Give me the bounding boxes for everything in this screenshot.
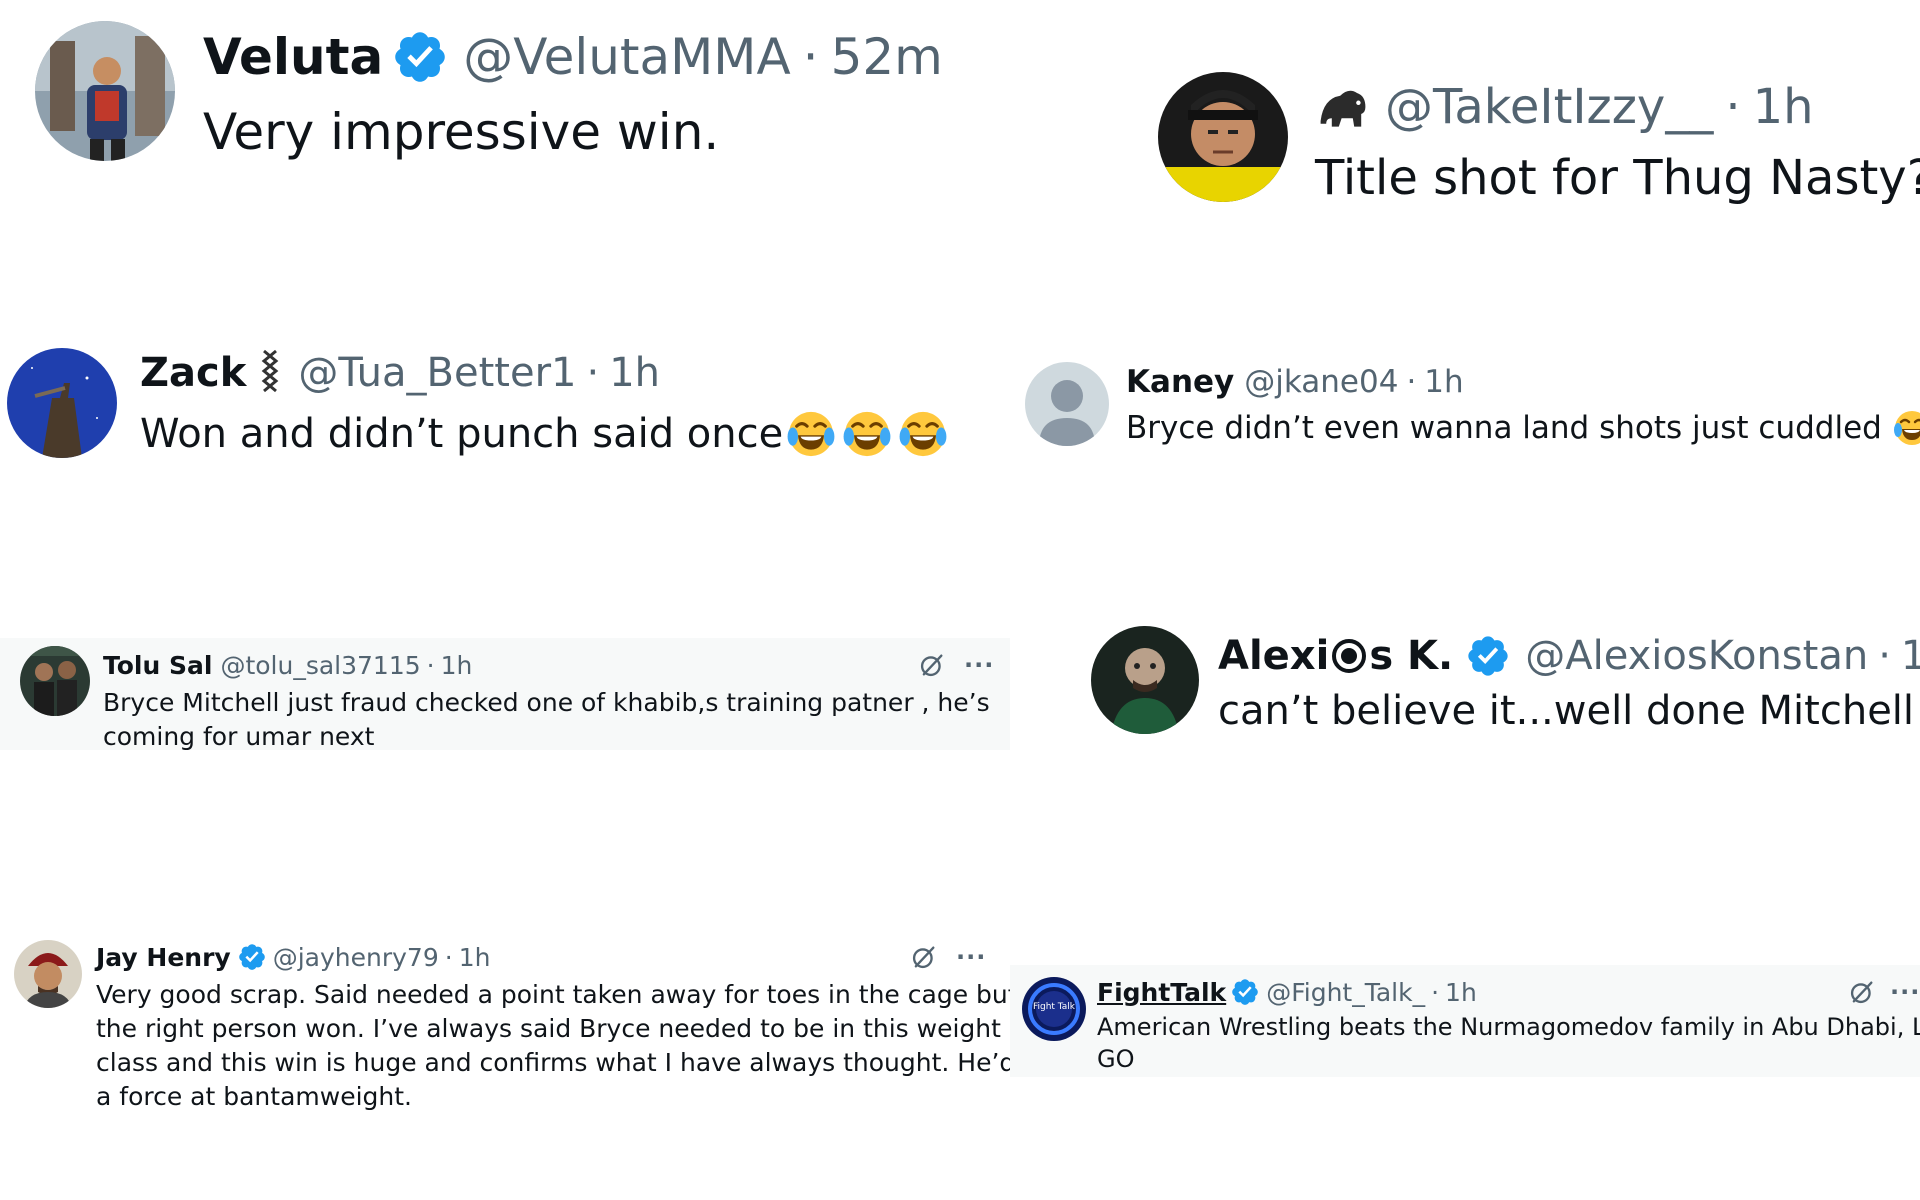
avatar[interactable]: Fight Talk [1022, 977, 1086, 1041]
verified-badge-icon [237, 942, 267, 972]
handle[interactable]: @VelutaMMA [463, 28, 790, 86]
tweet-actions: ··· [910, 940, 986, 974]
target-icon [1331, 638, 1367, 674]
display-name[interactable]: Jay Henry [96, 943, 231, 972]
handle[interactable]: @tolu_sal37115 [220, 651, 420, 680]
avatar[interactable] [1091, 626, 1199, 734]
tweet-body: Bryce didn’t even wanna land shots just … [1126, 408, 1920, 448]
tweet-text: Very impressive win. [203, 103, 720, 161]
separator: · [586, 350, 600, 396]
laughing-emoji-icon [841, 408, 893, 460]
tweet-text-line: GO [1097, 1045, 1135, 1073]
tweet-actions: ··· [1848, 975, 1920, 1009]
avatar[interactable] [1025, 362, 1109, 446]
gorilla-emoji-icon [1315, 79, 1371, 135]
display-name[interactable]: Veluta [203, 28, 383, 86]
verified-badge-icon [391, 28, 449, 86]
display-name[interactable]: Kaney [1126, 364, 1234, 400]
grok-icon[interactable] [910, 943, 938, 971]
separator: · [426, 650, 435, 680]
tweet-text: Bryce Mitchell just fraud checked one of… [103, 686, 990, 754]
tweet-tolu-sal[interactable]: Tolu Sal @tolu_sal37115 · 1h ··· Bryce M… [0, 638, 1010, 751]
verified-badge-icon [1230, 977, 1260, 1007]
grok-icon[interactable] [918, 651, 946, 679]
separator: · [444, 942, 453, 972]
tweet-text: American Wrestling beats the Nurmagomedo… [1097, 1011, 1920, 1075]
handle[interactable]: @TakeItIzzy__ [1385, 79, 1713, 135]
display-name[interactable]: Zack [140, 350, 246, 396]
timestamp[interactable]: 1h [441, 651, 473, 680]
tweet-jay-henry[interactable]: Jay Henry @jayhenry79 · 1h ··· Very good… [0, 930, 1054, 1120]
avatar[interactable] [20, 646, 90, 716]
display-name-suffix[interactable]: s K. [1369, 633, 1453, 679]
more-options-button[interactable]: ··· [1890, 978, 1920, 1006]
separator: · [1406, 364, 1417, 400]
tweet-text-line: Very good scrap. Said needed a point tak… [96, 980, 1018, 1009]
handle[interactable]: @jayhenry79 [273, 943, 439, 972]
handle[interactable]: @jkane04 [1244, 364, 1398, 400]
separator: · [1878, 633, 1891, 679]
avatar[interactable] [35, 21, 175, 161]
tweet-text: Title shot for Thug Nasty? [1315, 150, 1920, 206]
more-options-button[interactable]: ··· [964, 651, 994, 679]
separator: · [802, 28, 819, 86]
tweet-veluta[interactable]: Veluta @VelutaMMA · 52m Very impressive … [0, 0, 960, 200]
avatar[interactable] [1158, 72, 1288, 202]
timestamp[interactable]: 1h [1901, 633, 1920, 679]
display-name[interactable]: Tolu Sal [103, 651, 212, 680]
tweet-body: Won and didn’t punch said once [140, 408, 949, 460]
timestamp[interactable]: 1h [1445, 978, 1477, 1007]
tweet-text-line: the right person won. I’ve always said B… [96, 1014, 1001, 1043]
tweet-zack[interactable]: Zack @Tua_Better1 · 1h Won and didn’t pu… [0, 330, 960, 480]
tweet-text: can’t believe it...well done Mitchell [1218, 688, 1915, 734]
timestamp[interactable]: 1h [1424, 364, 1463, 400]
tweet-text-line: American Wrestling beats the Nurmagomedo… [1097, 1013, 1920, 1041]
more-options-button[interactable]: ··· [956, 943, 986, 971]
laughing-emoji-icon [897, 408, 949, 460]
laughing-emoji-icon [1892, 408, 1920, 448]
tweet-takeitizzy[interactable]: @TakeItIzzy__ · 1h Title shot for Thug N… [1140, 60, 1920, 220]
avatar[interactable] [14, 940, 82, 1008]
tweet-text: Very good scrap. Said needed a point tak… [96, 978, 1054, 1114]
avatar[interactable] [7, 348, 117, 458]
tweet-text-line: Bryce Mitchell just fraud checked one of… [103, 688, 990, 717]
tweet-alexios[interactable]: Alexi s K. @AlexiosKonstan · 1h can’t be… [1080, 610, 1920, 750]
grok-icon[interactable] [1848, 978, 1876, 1006]
timestamp[interactable]: 1h [609, 350, 660, 396]
laughing-emoji-icon [785, 408, 837, 460]
tweet-text-line: coming for umar next [103, 722, 375, 751]
verified-badge-icon [1465, 633, 1511, 679]
tweet-text: Bryce didn’t even wanna land shots just … [1126, 410, 1882, 446]
tweet-text-line: a force at bantamweight. [96, 1082, 412, 1111]
tweet-fighttalk[interactable]: Fight Talk FightTalk @Fight_Talk_ · 1h ·… [1010, 965, 1920, 1077]
tweet-kaney[interactable]: Kaney @jkane04 · 1h Bryce didn’t even wa… [1010, 350, 1920, 460]
handle[interactable]: @Tua_Better1 [298, 350, 576, 396]
chain-link-icon [256, 347, 284, 399]
handle[interactable]: @AlexiosKonstan [1525, 633, 1868, 679]
display-name[interactable]: Alexi [1218, 633, 1329, 679]
avatar-logo-text: Fight Talk [1032, 1002, 1076, 1012]
handle[interactable]: @Fight_Talk_ [1266, 978, 1425, 1007]
separator: · [1431, 977, 1440, 1007]
separator: · [1725, 79, 1741, 135]
display-name[interactable]: FightTalk [1097, 978, 1226, 1007]
timestamp[interactable]: 1h [459, 943, 491, 972]
tweet-text-line: class and this win is huge and confirms … [96, 1048, 1055, 1077]
tweet-actions: ··· [918, 648, 994, 682]
timestamp[interactable]: 1h [1753, 79, 1814, 135]
tweet-text: Won and didn’t punch said once [140, 411, 784, 457]
timestamp[interactable]: 52m [831, 28, 943, 86]
